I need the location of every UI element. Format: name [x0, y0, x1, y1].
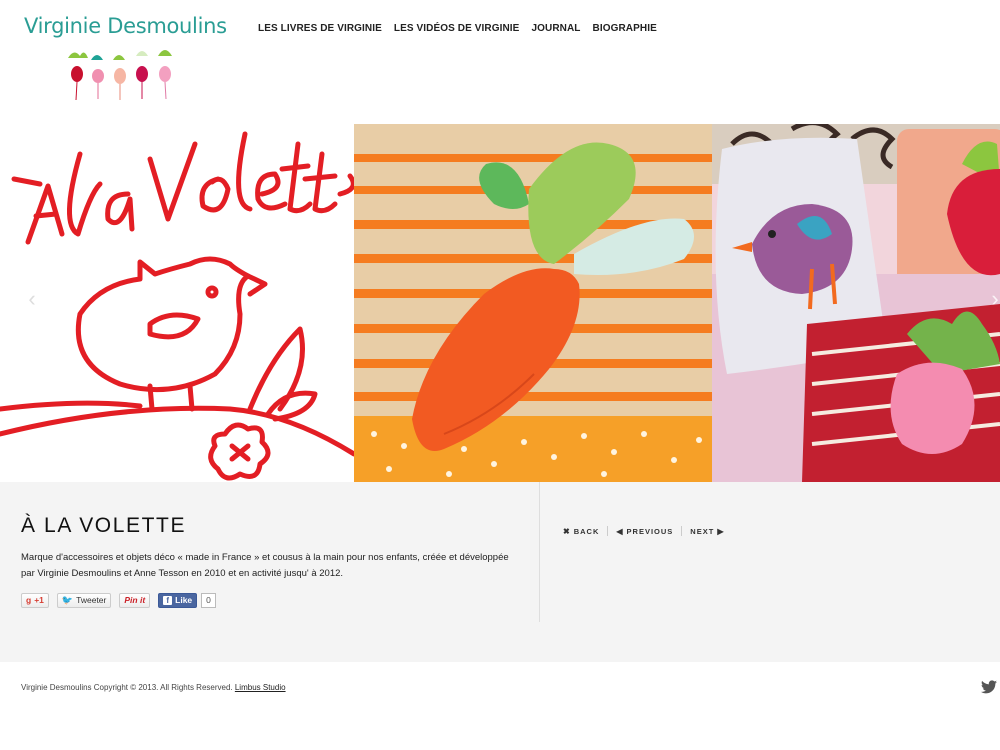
slider-prev-icon[interactable]: ‹: [22, 284, 42, 314]
gplus-icon: g: [26, 595, 32, 605]
gplus-button[interactable]: g +1: [21, 593, 49, 608]
facebook-like-button[interactable]: f Like: [158, 593, 198, 608]
slide-carrot-cushion: [354, 124, 712, 482]
slide-bird-pillow: [712, 124, 1000, 482]
radish-logo-icon: [68, 50, 172, 101]
copyright-text: Virginie Desmoulins Copyright © 2013. Al…: [21, 683, 286, 692]
project-title: À LA VOLETTE: [21, 514, 187, 537]
limbus-studio-link[interactable]: Limbus Studio: [235, 683, 286, 692]
project-details: À LA VOLETTE Marque d'accessoires et obj…: [0, 482, 540, 622]
close-icon: ✖: [563, 526, 571, 536]
project-pager: ✖ BACK ◀ PREVIOUS NEXT ▶: [563, 526, 724, 536]
site-footer: Virginie Desmoulins Copyright © 2013. Al…: [0, 662, 1000, 750]
nav-item-videos[interactable]: LES VIDÉOS DE VIRGINIE: [394, 23, 520, 34]
a-la-volette-illustration: [0, 131, 354, 481]
pager-divider: [681, 526, 683, 536]
twitter-icon[interactable]: [981, 680, 997, 694]
social-share-bar: g +1 🐦 Tweeter Pin it f Like 0: [21, 593, 216, 608]
project-info: À LA VOLETTE Marque d'accessoires et obj…: [0, 482, 1000, 662]
facebook-icon: f: [163, 596, 173, 605]
nav-item-biographie[interactable]: BIOGRAPHIE: [593, 23, 657, 34]
bird-pillow-photo: [712, 124, 1000, 482]
previous-button[interactable]: ◀ PREVIOUS: [616, 527, 673, 536]
site-logo[interactable]: Virginie Desmoulins: [24, 14, 234, 114]
project-description: Marque d'accessoires et objets déco « ma…: [21, 552, 509, 579]
back-button[interactable]: ✖ BACK: [563, 527, 599, 536]
pinit-button[interactable]: Pin it: [119, 593, 151, 608]
facebook-like-count: 0: [201, 593, 216, 608]
logo-text: Virginie Desmoulins: [24, 14, 227, 38]
nav-item-journal[interactable]: JOURNAL: [531, 23, 580, 34]
slider-next-icon[interactable]: ›: [985, 284, 1000, 314]
image-slider: ‹ ›: [0, 124, 1000, 482]
main-nav: LES LIVRES DE VIRGINIE LES VIDÉOS DE VIR…: [258, 23, 669, 34]
carrot-cushion-photo: [354, 124, 712, 482]
twitter-bird-icon: 🐦: [61, 595, 74, 605]
slide-illustration: [0, 124, 354, 482]
nav-item-livres[interactable]: LES LIVRES DE VIRGINIE: [258, 23, 382, 34]
pager-divider: [607, 526, 609, 536]
caret-left-icon: ◀: [616, 526, 624, 536]
site-header: Virginie Desmoulins LES LIVRES DE VIRGIN: [0, 0, 1000, 124]
tweet-button[interactable]: 🐦 Tweeter: [56, 593, 112, 608]
caret-right-icon: ▶: [717, 526, 725, 536]
next-button[interactable]: NEXT ▶: [690, 527, 724, 536]
